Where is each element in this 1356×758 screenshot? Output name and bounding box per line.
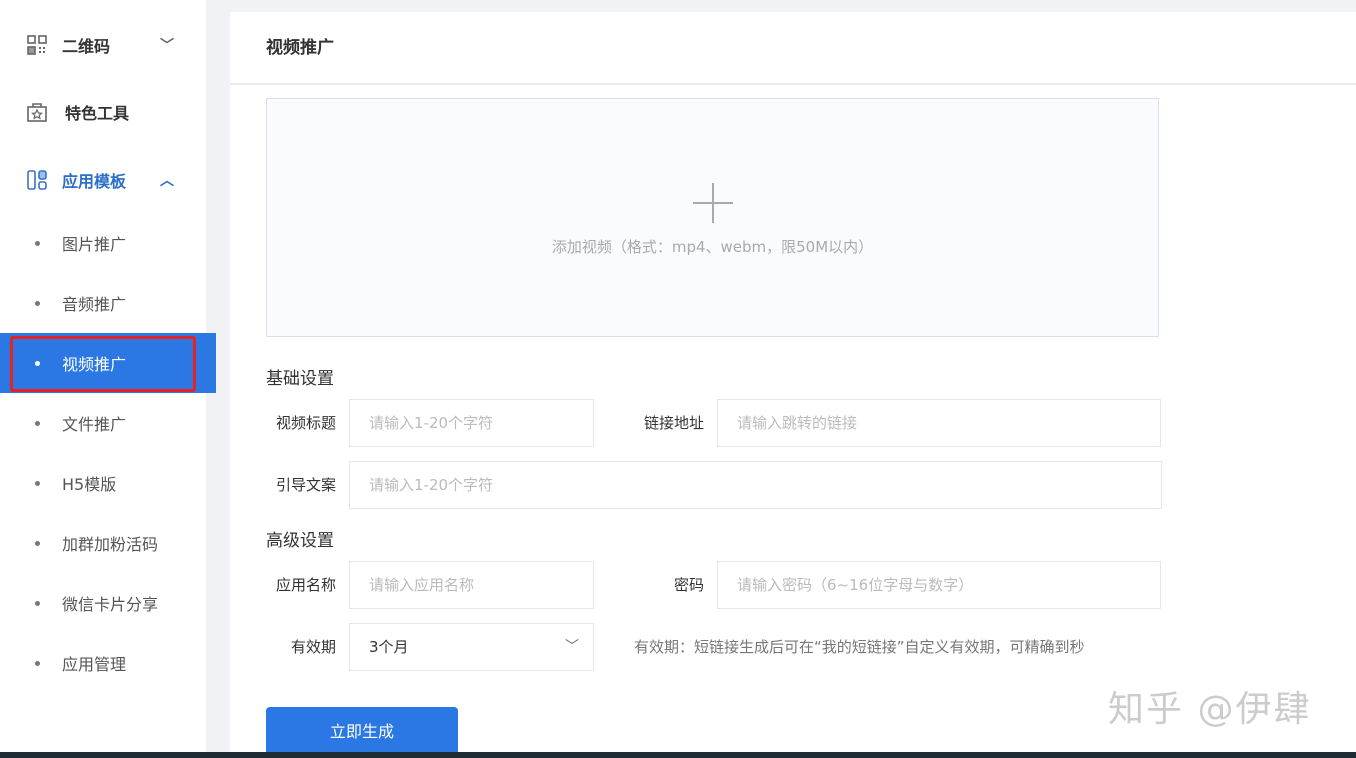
item-label: H5模版	[62, 475, 117, 494]
validity-select[interactable]: 3个月 ﹀	[349, 623, 594, 671]
item-label: 应用管理	[62, 655, 127, 674]
bullet-icon	[35, 480, 40, 486]
menu-label: 特色工具	[65, 104, 130, 123]
main-panel: 视频推广 添加视频（格式：mp4、webm，限50M以内） 基础设置 视频标题 …	[230, 12, 1356, 757]
video-title-label: 视频标题	[275, 414, 336, 432]
sidebar-item-wechat-card[interactable]: 微信卡片分享	[0, 573, 206, 633]
highlight-box	[10, 336, 196, 392]
template-icon	[27, 170, 47, 190]
guide-text-label: 引导文案	[275, 476, 336, 494]
video-upload-area[interactable]: 添加视频（格式：mp4、webm，限50M以内）	[266, 98, 1159, 337]
toolbox-icon	[27, 103, 47, 122]
bullet-icon	[35, 540, 40, 546]
password-label: 密码	[673, 576, 704, 594]
page-title: 视频推广	[230, 12, 1356, 85]
item-label: 文件推广	[62, 415, 127, 434]
qrcode-icon	[27, 35, 47, 55]
item-label: 图片推广	[62, 235, 127, 254]
item-label: 加群加粉活码	[62, 535, 159, 554]
validity-value: 3个月	[369, 638, 409, 656]
sidebar-item-audio[interactable]: 音频推广	[0, 273, 206, 333]
menu-tools[interactable]: 特色工具	[0, 82, 206, 142]
advanced-settings-title: 高级设置	[266, 531, 334, 551]
generate-button[interactable]: 立即生成	[266, 707, 458, 757]
chevron-up-icon: ︿	[160, 173, 174, 189]
validity-hint: 有效期：短链接生成后可在“我的短链接”自定义有效期，可精确到秒	[634, 638, 1085, 656]
sidebar-item-app-manage[interactable]: 应用管理	[0, 633, 206, 693]
link-label: 链接地址	[643, 414, 704, 432]
item-label: 音频推广	[62, 295, 127, 314]
video-title-input[interactable]: 请输入1-20个字符	[349, 399, 594, 447]
password-input[interactable]: 请输入密码（6~16位字母与数字）	[717, 561, 1161, 609]
chevron-down-icon: ﹀	[160, 38, 174, 54]
sidebar-item-file[interactable]: 文件推广	[0, 393, 206, 453]
upload-hint: 添加视频（格式：mp4、webm，限50M以内）	[551, 238, 874, 256]
bullet-icon	[35, 600, 40, 606]
menu-qrcode[interactable]: 二维码 ﹀	[0, 15, 206, 75]
plus-icon	[693, 183, 733, 223]
validity-label: 有效期	[290, 638, 336, 656]
bullet-icon	[35, 660, 40, 666]
menu-label: 应用模板	[62, 172, 127, 191]
bullet-icon	[35, 240, 40, 246]
app-name-label: 应用名称	[275, 576, 336, 594]
sidebar-item-group-code[interactable]: 加群加粉活码	[0, 513, 206, 573]
sidebar-item-image[interactable]: 图片推广	[0, 213, 206, 273]
link-input[interactable]: 请输入跳转的链接	[717, 399, 1161, 447]
item-label: 微信卡片分享	[62, 595, 159, 614]
chevron-down-icon: ﹀	[565, 639, 579, 655]
basic-settings-title: 基础设置	[266, 369, 334, 389]
taskbar	[0, 752, 1356, 758]
bullet-icon	[35, 300, 40, 306]
app-name-input[interactable]: 请输入应用名称	[349, 561, 594, 609]
watermark: 知乎 @伊肆	[1108, 689, 1312, 730]
guide-text-input[interactable]: 请输入1-20个字符	[349, 461, 1162, 509]
sidebar-item-h5[interactable]: H5模版	[0, 453, 206, 513]
menu-templates[interactable]: 应用模板 ︿	[0, 150, 206, 210]
menu-label: 二维码	[62, 37, 111, 56]
bullet-icon	[35, 420, 40, 426]
